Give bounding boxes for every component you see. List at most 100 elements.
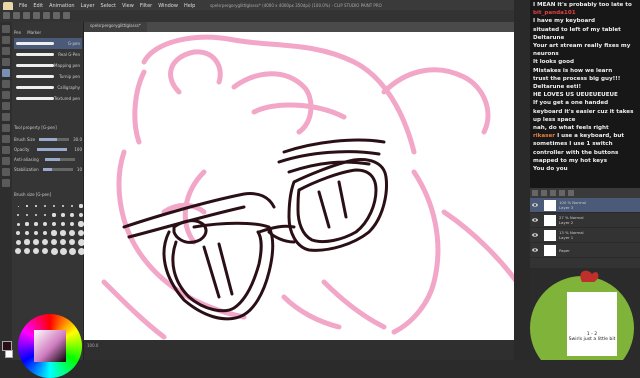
- brush-size-preset[interactable]: [59, 202, 67, 210]
- brush-size-preset[interactable]: [14, 202, 22, 210]
- fill-tool-icon[interactable]: [2, 135, 10, 143]
- lock-icon[interactable]: [550, 190, 556, 196]
- brush-size-preset[interactable]: [68, 247, 76, 255]
- redo-icon[interactable]: [43, 12, 50, 19]
- zoom-tool-icon[interactable]: [2, 25, 10, 33]
- property-slider[interactable]: [42, 167, 73, 171]
- eyedropper-tool-icon[interactable]: [2, 58, 10, 66]
- brush-size-preset[interactable]: [50, 247, 58, 255]
- brush-stroke-preview: [16, 53, 54, 56]
- gradient-tool-icon[interactable]: [2, 146, 10, 154]
- new-file-icon[interactable]: [3, 12, 10, 19]
- tab-marker[interactable]: Marker: [27, 30, 41, 35]
- brush-size-preset[interactable]: [23, 202, 31, 210]
- brush-size-preset[interactable]: [41, 229, 49, 237]
- color-square[interactable]: [34, 330, 66, 362]
- brush-size-preset[interactable]: [23, 247, 31, 255]
- property-slider[interactable]: [45, 157, 76, 161]
- eye-icon[interactable]: [532, 247, 538, 253]
- layer-sub: Layer 3: [559, 205, 574, 210]
- artwork: [101, 34, 527, 340]
- brush-size-preset[interactable]: [23, 220, 31, 228]
- brush-size-preset[interactable]: [23, 211, 31, 219]
- brush-size-preset[interactable]: [68, 202, 76, 210]
- brush-item[interactable]: Calligraphy: [14, 82, 82, 93]
- figure-tool-icon[interactable]: [2, 157, 10, 165]
- open-file-icon[interactable]: [13, 12, 20, 19]
- undo-icon[interactable]: [33, 12, 40, 19]
- save-icon[interactable]: [23, 12, 30, 19]
- layer-row[interactable]: Paper: [530, 243, 640, 258]
- select-tool-icon[interactable]: [2, 47, 10, 55]
- brush-size-preset[interactable]: [59, 220, 67, 228]
- brush-size-preset[interactable]: [59, 247, 67, 255]
- brush-item[interactable]: G-pen: [14, 38, 82, 49]
- tab-pen[interactable]: Pen: [14, 30, 21, 35]
- brush-size-preset[interactable]: [41, 202, 49, 210]
- chat-username[interactable]: bit_panda101: [533, 10, 576, 16]
- layer-row[interactable]: 13 % Normal Layer 1: [530, 228, 640, 243]
- brush-size-preset[interactable]: [59, 238, 67, 246]
- text-tool-icon[interactable]: [2, 168, 10, 176]
- brush-size-preset[interactable]: [14, 247, 22, 255]
- balloon-tool-icon[interactable]: [2, 179, 10, 187]
- brush-size-preset[interactable]: [14, 238, 22, 246]
- layer-row[interactable]: 27 % Normal Layer 2: [530, 213, 640, 228]
- brush-size-preset[interactable]: [41, 220, 49, 228]
- new-layer-icon[interactable]: [532, 190, 538, 196]
- brush-size-preset[interactable]: [14, 220, 22, 228]
- brush-size-preset[interactable]: [41, 247, 49, 255]
- brush-size-preset[interactable]: [50, 238, 58, 246]
- brush-size-preset[interactable]: [41, 211, 49, 219]
- brush-size-preset[interactable]: [32, 220, 40, 228]
- color-wheel[interactable]: [18, 314, 82, 378]
- zoom-level[interactable]: 100.0: [87, 343, 98, 348]
- blend-tool-icon[interactable]: [2, 124, 10, 132]
- brush-size-preset[interactable]: [32, 238, 40, 246]
- brush-size-preset[interactable]: [32, 229, 40, 237]
- property-slider[interactable]: [36, 147, 67, 151]
- brush-size-preset[interactable]: [59, 211, 67, 219]
- brush-size-preset[interactable]: [32, 202, 40, 210]
- brush-item[interactable]: Mapping pen: [14, 60, 82, 71]
- brush-size-preset[interactable]: [50, 211, 58, 219]
- brush-size-preset[interactable]: [23, 238, 31, 246]
- brush-item[interactable]: Textured pen: [14, 93, 82, 104]
- brush-size-preset[interactable]: [59, 229, 67, 237]
- chat-username[interactable]: rikaser: [533, 133, 555, 139]
- brush-size-preset[interactable]: [50, 220, 58, 228]
- brush-size-preset[interactable]: [68, 211, 76, 219]
- eye-icon[interactable]: [532, 217, 538, 223]
- drawing-canvas[interactable]: [84, 32, 530, 340]
- brush-size-preset[interactable]: [50, 202, 58, 210]
- brush-item[interactable]: Turnip pen: [14, 71, 82, 82]
- brush-size-preset[interactable]: [68, 229, 76, 237]
- brush-size-preset[interactable]: [68, 238, 76, 246]
- brush-item[interactable]: Real G-Pen: [14, 49, 82, 60]
- new-folder-icon[interactable]: [541, 190, 547, 196]
- sub-color-swatch[interactable]: [5, 350, 13, 358]
- brush-size-preset[interactable]: [68, 220, 76, 228]
- airbrush-tool-icon[interactable]: [2, 102, 10, 110]
- brush-size-preset[interactable]: [41, 238, 49, 246]
- brush-size-preset[interactable]: [32, 211, 40, 219]
- pencil-tool-icon[interactable]: [2, 80, 10, 88]
- mask-icon[interactable]: [559, 190, 565, 196]
- transform-icon[interactable]: [63, 12, 70, 19]
- brush-tool-icon[interactable]: [2, 91, 10, 99]
- layer-row[interactable]: 100 % Normal Layer 3: [530, 198, 640, 213]
- move-tool-icon[interactable]: [2, 36, 10, 44]
- brush-size-preset[interactable]: [14, 211, 22, 219]
- eraser-tool-icon[interactable]: [2, 113, 10, 121]
- clear-icon[interactable]: [53, 12, 60, 19]
- eye-icon[interactable]: [532, 202, 538, 208]
- brush-size-preset[interactable]: [32, 247, 40, 255]
- eye-icon[interactable]: [532, 232, 538, 238]
- canvas-tab[interactable]: spelsrpergoryglittlglasss*: [84, 22, 147, 32]
- pen-tool-icon[interactable]: [2, 69, 10, 77]
- brush-size-preset[interactable]: [14, 229, 22, 237]
- property-slider[interactable]: [39, 137, 70, 141]
- delete-layer-icon[interactable]: [568, 190, 574, 196]
- brush-size-preset[interactable]: [23, 229, 31, 237]
- brush-size-preset[interactable]: [50, 229, 58, 237]
